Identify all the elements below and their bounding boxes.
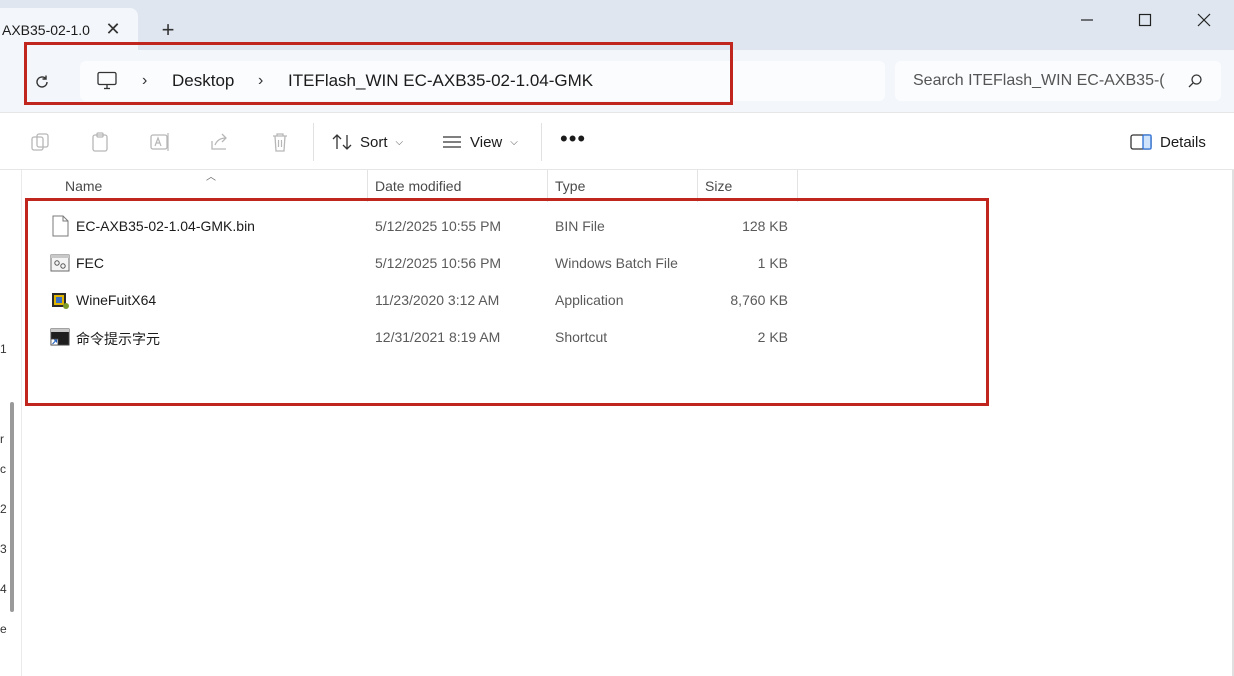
nav-pane-text: r xyxy=(0,432,4,446)
command-bar: Sort ⌵ View ⌵ ••• Details xyxy=(0,112,1234,170)
nav-pane-text: 4 xyxy=(0,582,7,596)
tab-title: AXB35-02-1.0 xyxy=(2,22,90,38)
nav-pane-scrollbar[interactable] xyxy=(10,402,14,612)
nav-pane-text: 3 xyxy=(0,542,7,556)
details-label: Details xyxy=(1160,133,1206,151)
highlight-box-files xyxy=(25,198,989,406)
chevron-down-icon: ⌵ xyxy=(395,136,404,148)
close-icon xyxy=(1197,13,1211,27)
search-input[interactable]: Search ITEFlash_WIN EC-AXB35-( xyxy=(913,72,1165,90)
share-icon[interactable] xyxy=(209,131,231,153)
sort-icon xyxy=(332,134,352,150)
tab-close-icon[interactable]: ✕ xyxy=(104,20,122,38)
search-box[interactable]: Search ITEFlash_WIN EC-AXB35-( xyxy=(895,61,1221,101)
toolbar-divider xyxy=(541,123,542,161)
view-label: View xyxy=(470,133,503,151)
nav-pane-text: 1 xyxy=(0,342,7,356)
view-button[interactable]: View ⌵ xyxy=(442,127,518,157)
paste-icon[interactable] xyxy=(89,131,111,153)
nav-pane-text: c xyxy=(0,462,6,476)
nav-pane-text: e xyxy=(0,622,7,636)
copy-icon[interactable] xyxy=(29,131,51,153)
rename-icon[interactable] xyxy=(149,131,171,153)
sort-button[interactable]: Sort ⌵ xyxy=(332,127,403,157)
sort-ascending-icon: ︿ xyxy=(206,172,216,183)
maximize-button[interactable] xyxy=(1122,8,1168,32)
delete-icon[interactable] xyxy=(269,131,291,153)
more-options-button[interactable]: ••• xyxy=(560,128,585,153)
minimize-icon xyxy=(1081,19,1093,21)
details-pane-icon xyxy=(1130,134,1152,150)
minimize-button[interactable] xyxy=(1064,8,1110,32)
new-tab-button[interactable]: + xyxy=(158,19,178,41)
search-icon xyxy=(1188,74,1202,88)
toolbar-divider xyxy=(313,123,314,161)
highlight-box-address xyxy=(24,42,733,105)
chevron-down-icon: ⌵ xyxy=(510,136,518,148)
details-pane-button[interactable]: Details xyxy=(1130,127,1206,157)
close-button[interactable] xyxy=(1181,8,1227,32)
sort-label: Sort xyxy=(360,133,388,151)
nav-pane-text: 2 xyxy=(0,502,7,516)
view-icon xyxy=(443,136,461,148)
maximize-icon xyxy=(1138,13,1152,27)
